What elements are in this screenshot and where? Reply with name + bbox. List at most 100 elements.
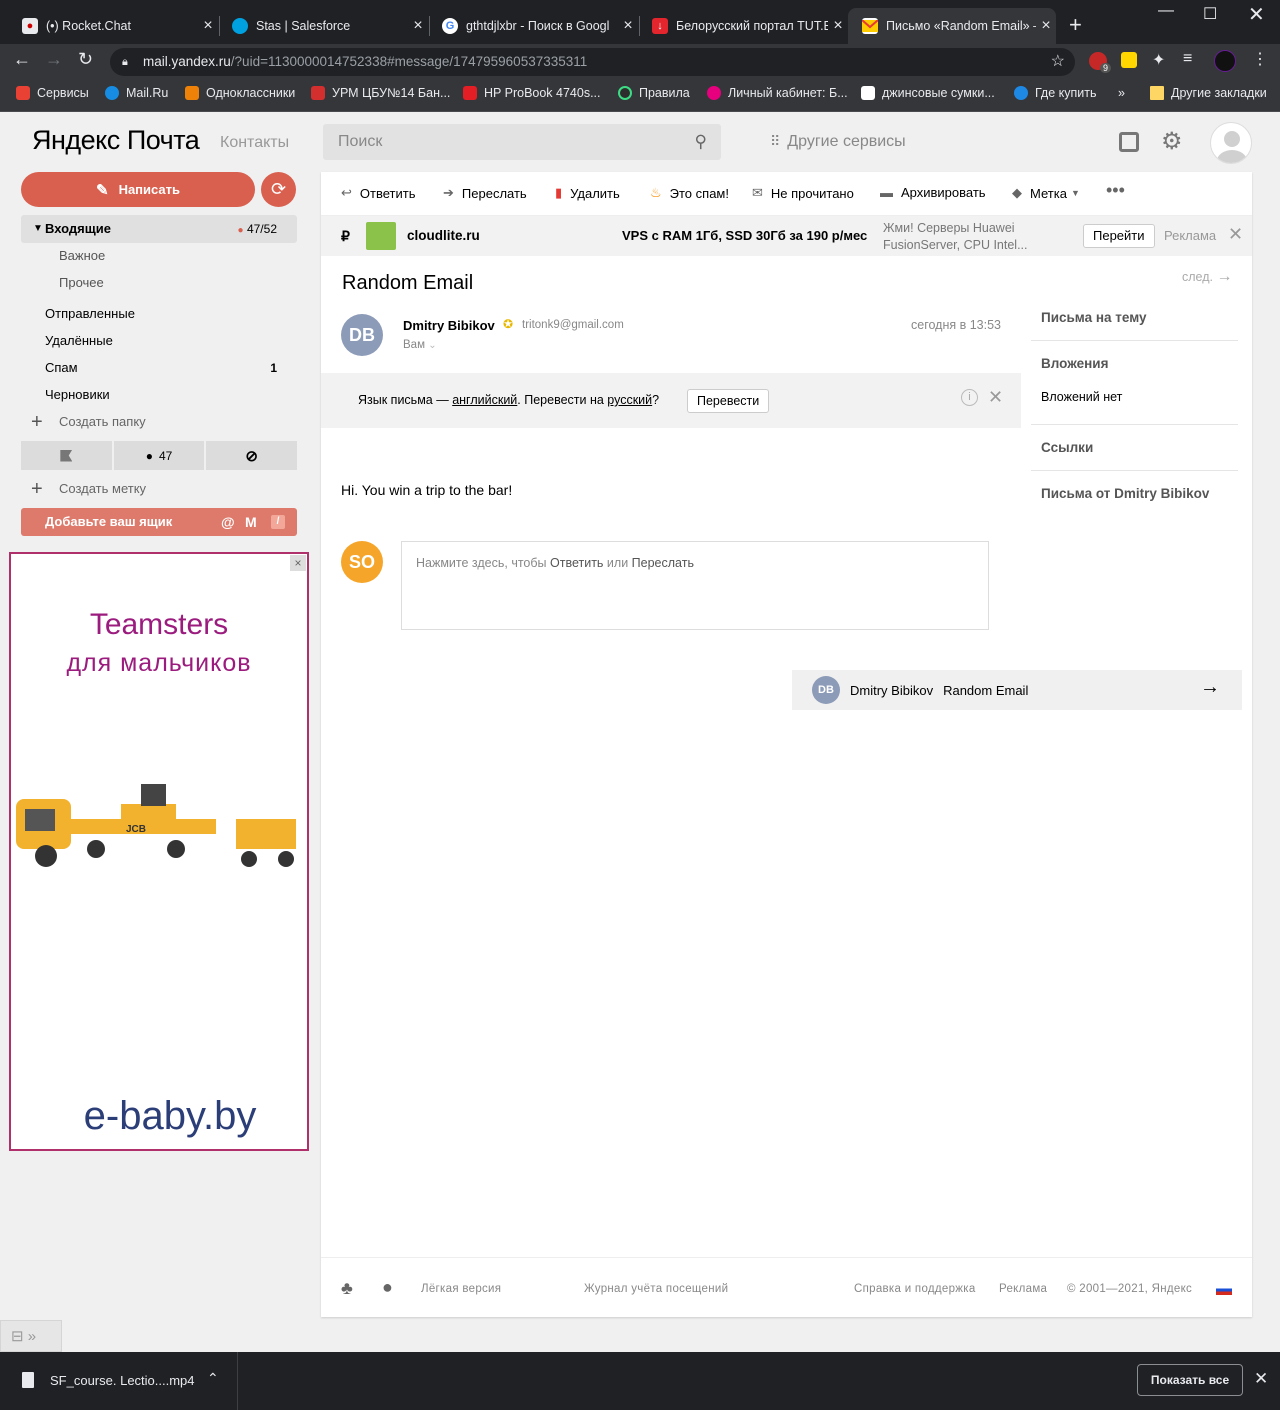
bookmark-urm[interactable]: УРМ ЦБУ№14 Бан... xyxy=(311,86,450,100)
visit-log-link[interactable]: Журнал учёта посещений xyxy=(584,1283,728,1295)
bookmark-where-to-buy[interactable]: Где купить xyxy=(1014,86,1097,100)
folder-inbox[interactable]: ▼ Входящие ● 47/52 xyxy=(21,215,297,243)
flag-filter[interactable] xyxy=(21,441,112,470)
quick-reply-box[interactable]: Нажмите здесь, чтобы Ответить или Пересл… xyxy=(401,541,989,630)
delete-button[interactable]: ▮ Удалить xyxy=(555,185,620,201)
info-icon[interactable]: i xyxy=(961,389,978,406)
label-button[interactable]: ◆ Метка ▼ xyxy=(1012,185,1080,201)
archive-button[interactable]: ▬ Архивировать xyxy=(880,185,986,200)
menu-icon[interactable]: ⋮ xyxy=(1252,49,1268,69)
address-bar[interactable]: 🔒︎ mail.yandex.ru/?uid=1130000014752338#… xyxy=(110,48,1075,76)
bookmark-hp[interactable]: HP ProBook 4740s... xyxy=(463,86,601,100)
close-tab-icon[interactable]: × xyxy=(198,17,218,35)
close-tab-icon[interactable]: × xyxy=(408,17,428,35)
ad-domain[interactable]: cloudlite.ru xyxy=(407,228,480,243)
close-icon[interactable]: ✕ xyxy=(1254,1369,1268,1389)
bookmark-ok[interactable]: Одноклассники xyxy=(185,86,295,100)
close-icon[interactable]: ✕ xyxy=(1228,224,1243,245)
ads-link[interactable]: Реклама xyxy=(999,1283,1047,1295)
other-bookmarks[interactable]: Другие закладки xyxy=(1150,86,1267,100)
minimize-icon[interactable]: — xyxy=(1158,2,1174,20)
layout-toggle-icon[interactable] xyxy=(1119,132,1139,152)
reply-button[interactable]: ↩ Ответить xyxy=(341,185,415,201)
recipient-toggle[interactable]: Вам ⌄ xyxy=(403,339,437,351)
inline-ad-bar[interactable]: ₽ cloudlite.ru VPS с RAM 1Гб, SSD 30Гб з… xyxy=(321,216,1252,256)
media-icon[interactable]: ≡ xyxy=(1183,50,1192,68)
reload-icon[interactable]: ↻ xyxy=(78,49,93,70)
sender-messages-link[interactable]: Письма от Dmitry Bibikov xyxy=(1041,486,1209,501)
close-ad-icon[interactable]: × xyxy=(290,555,306,571)
bookmark-bags[interactable]: джинсовые сумки... xyxy=(861,86,995,100)
gear-icon[interactable]: ⚙ xyxy=(1161,127,1183,156)
bookmark-cabinet[interactable]: Личный кабинет: Б... xyxy=(707,86,848,100)
compose-button[interactable]: ✎ Написать xyxy=(21,172,255,207)
tab-rocket-chat[interactable]: ● (•) Rocket.Chat × xyxy=(8,8,218,44)
tab-salesforce[interactable]: Stas | Salesforce × xyxy=(218,8,428,44)
puzzle-icon[interactable]: ✦ xyxy=(1152,50,1165,70)
more-bookmarks-icon[interactable]: » xyxy=(1118,86,1125,100)
ad-headline[interactable]: VPS с RAM 1Гб, SSD 30Гб за 190 р/мес xyxy=(622,228,867,243)
more-actions-icon[interactable]: ••• xyxy=(1106,180,1125,201)
other-services[interactable]: ⠿ Другие сервисы xyxy=(770,133,906,151)
yandex-mail-logo[interactable]: Яндекс Почта xyxy=(32,125,200,156)
links-title[interactable]: Ссылки xyxy=(1041,440,1093,455)
contacts-link[interactable]: Контакты xyxy=(220,134,289,152)
spam-button[interactable]: ♨ Это спам! xyxy=(650,185,729,201)
close-tab-icon[interactable]: × xyxy=(828,17,848,35)
folder-sent[interactable]: Отправленные xyxy=(21,300,297,328)
ad-go-button[interactable]: Перейти xyxy=(1083,224,1155,248)
show-all-downloads-button[interactable]: Показать все xyxy=(1137,1364,1243,1396)
close-icon[interactable]: ✕ xyxy=(988,387,1003,408)
attachment-filter[interactable]: ⊘ xyxy=(206,441,298,470)
russian-flag-icon[interactable] xyxy=(1216,1285,1232,1295)
folder-deleted[interactable]: Удалённые xyxy=(21,327,297,355)
download-filename[interactable]: SF_course. Lectio....mp4 xyxy=(50,1373,195,1388)
forward-nav-icon[interactable]: → xyxy=(45,49,63,70)
folder-important[interactable]: Важное xyxy=(21,242,297,270)
search-input[interactable]: Поиск ⚲ xyxy=(323,124,721,160)
add-mailbox-button[interactable]: Добавьте ваш ящик @ M / xyxy=(21,508,297,536)
mark-unread-button[interactable]: ✉ Не прочитано xyxy=(752,185,854,201)
next-thread-message[interactable]: DB Dmitry Bibikov Random Email → xyxy=(792,670,1242,710)
folder-drafts[interactable]: Черновики xyxy=(21,381,297,409)
tab-google[interactable]: G gthtdjlxbr - Поиск в Googl × xyxy=(428,8,638,44)
chevron-up-icon[interactable]: ⌃ xyxy=(207,1370,219,1387)
folder-spam[interactable]: Спам 1 xyxy=(21,354,297,382)
quick-forward-link[interactable]: Переслать xyxy=(632,556,694,570)
refresh-button[interactable]: ⟳ xyxy=(261,172,296,207)
sender-name[interactable]: Dmitry Bibikov xyxy=(403,318,495,333)
sender-avatar[interactable]: DB xyxy=(341,314,383,356)
sidebar-collapse-icon[interactable]: ⊟ » xyxy=(0,1320,62,1352)
user-avatar[interactable] xyxy=(1210,122,1252,164)
bookmark-mailru[interactable]: Mail.Ru xyxy=(105,86,168,100)
apple-icon[interactable]: ● xyxy=(382,1277,393,1298)
unread-filter[interactable]: ● 47 xyxy=(113,441,205,470)
quick-reply-link[interactable]: Ответить xyxy=(550,556,603,570)
forward-button[interactable]: ➔ Переслать xyxy=(443,185,527,201)
tab-tut-by[interactable]: ↓ Белорусский портал TUT.B × xyxy=(638,8,848,44)
close-tab-icon[interactable]: × xyxy=(1036,17,1056,35)
create-folder-link[interactable]: + Создать папку xyxy=(21,408,297,436)
create-label-link[interactable]: + Создать метку xyxy=(21,475,297,503)
search-icon[interactable]: ⚲ xyxy=(695,124,707,160)
new-tab-icon[interactable]: + xyxy=(1069,12,1082,38)
bookmark-services[interactable]: Сервисы xyxy=(16,86,89,100)
profile-avatar[interactable] xyxy=(1214,50,1236,72)
folder-other[interactable]: Прочее xyxy=(21,269,297,297)
bookmark-star-icon[interactable]: ☆ xyxy=(1051,48,1065,76)
lite-version-link[interactable]: Лёгкая версия xyxy=(421,1283,501,1295)
bookmark-rules[interactable]: Правила xyxy=(618,86,690,100)
triangle-down-icon[interactable]: ▼ xyxy=(33,215,43,243)
maximize-icon[interactable]: ☐ xyxy=(1203,4,1217,24)
tab-yandex-mail[interactable]: Письмо «Random Email» – × xyxy=(848,8,1056,44)
close-tab-icon[interactable]: × xyxy=(618,17,638,35)
next-message-link[interactable]: след. → xyxy=(1182,268,1232,286)
sender-email[interactable]: tritonk9@gmail.com xyxy=(522,319,624,331)
thread-messages-link[interactable]: Письма на тему xyxy=(1041,310,1147,325)
android-icon[interactable]: ♣ xyxy=(341,1278,353,1299)
ad-banner[interactable]: × Teamsters для мальчиков JCB e-baby.by xyxy=(9,552,309,1151)
help-link[interactable]: Справка и поддержка xyxy=(854,1283,976,1295)
source-language-link[interactable]: английский xyxy=(452,393,517,407)
extension-icon[interactable] xyxy=(1121,52,1137,68)
translate-button[interactable]: Перевести xyxy=(687,389,770,413)
